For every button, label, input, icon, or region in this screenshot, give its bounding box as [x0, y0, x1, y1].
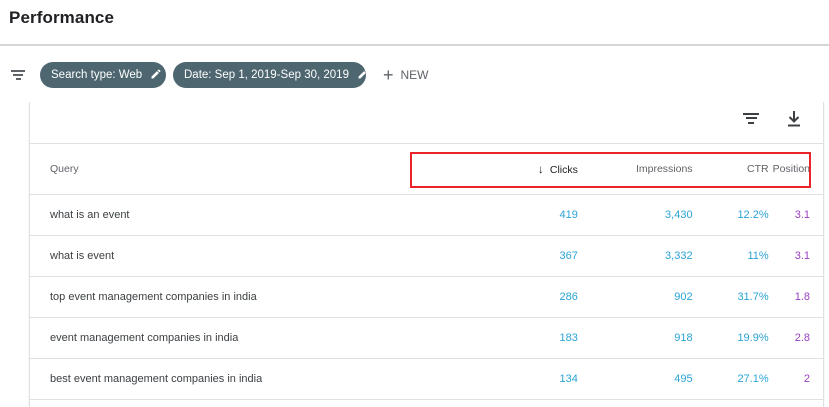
queries-table-card: Query ↓ Clicks Impressions CTR Position w…: [29, 102, 824, 407]
new-filter-button[interactable]: + NEW: [383, 62, 429, 88]
position-cell: 3.1: [772, 194, 823, 236]
table-row[interactable]: best event management companies in india…: [30, 358, 823, 400]
clicks-cell: 367: [262, 235, 590, 277]
ctr-cell: 12.2%: [698, 194, 773, 236]
clicks-cell: 286: [262, 276, 590, 318]
clicks-cell: 183: [262, 317, 590, 359]
metrics-header-highlight-box: [410, 152, 811, 188]
ctr-cell: 19.9%: [698, 317, 773, 359]
query-cell: best event management companies in india: [30, 358, 263, 400]
table-toolbar: [30, 102, 823, 144]
plus-icon: +: [383, 65, 394, 85]
pencil-icon: [151, 69, 161, 79]
query-cell: what is an event: [30, 194, 263, 236]
position-cell: 2.8: [772, 317, 823, 359]
impressions-cell: 902: [589, 276, 699, 318]
ctr-cell: 11%: [698, 235, 773, 277]
query-cell: event management companies in india: [30, 317, 263, 359]
query-cell: top event management companies in india: [30, 276, 263, 318]
table-row[interactable]: what is event 367 3,332 11% 3.1: [30, 235, 823, 277]
date-filter-label: Date: Sep 1, 2019-Sep 30, 2019: [184, 69, 349, 81]
ctr-cell: 31.7%: [698, 276, 773, 318]
ctr-cell: 27.1%: [698, 358, 773, 400]
table-row[interactable]: what is an event 419 3,430 12.2% 3.1: [30, 194, 823, 236]
filter-icon[interactable]: [11, 70, 25, 82]
query-cell: what is event: [30, 235, 263, 277]
impressions-cell: 918: [589, 317, 699, 359]
impressions-cell: 495: [589, 358, 699, 400]
position-cell: 1.8: [772, 276, 823, 318]
position-cell: 3.1: [772, 235, 823, 277]
impressions-cell: 3,430: [589, 194, 699, 236]
search-type-filter-label: Search type: Web: [51, 69, 143, 81]
search-type-filter-chip[interactable]: Search type: Web: [40, 62, 166, 88]
table-row[interactable]: top event management companies in india …: [30, 276, 823, 318]
filter-bar: Search type: Web Date: Sep 1, 2019-Sep 3…: [0, 44, 829, 104]
download-icon[interactable]: [787, 110, 801, 128]
new-filter-label: NEW: [400, 68, 429, 82]
position-cell: 2: [772, 358, 823, 400]
pencil-icon: [358, 69, 368, 79]
table-filter-icon[interactable]: [743, 113, 759, 127]
page-title: Performance: [9, 8, 115, 27]
date-filter-chip[interactable]: Date: Sep 1, 2019-Sep 30, 2019: [173, 62, 368, 88]
clicks-cell: 419: [262, 194, 590, 236]
column-header-query[interactable]: Query: [30, 144, 263, 195]
clicks-cell: 134: [262, 358, 590, 400]
table-row[interactable]: event management companies in india 183 …: [30, 317, 823, 359]
impressions-cell: 3,332: [589, 235, 699, 277]
